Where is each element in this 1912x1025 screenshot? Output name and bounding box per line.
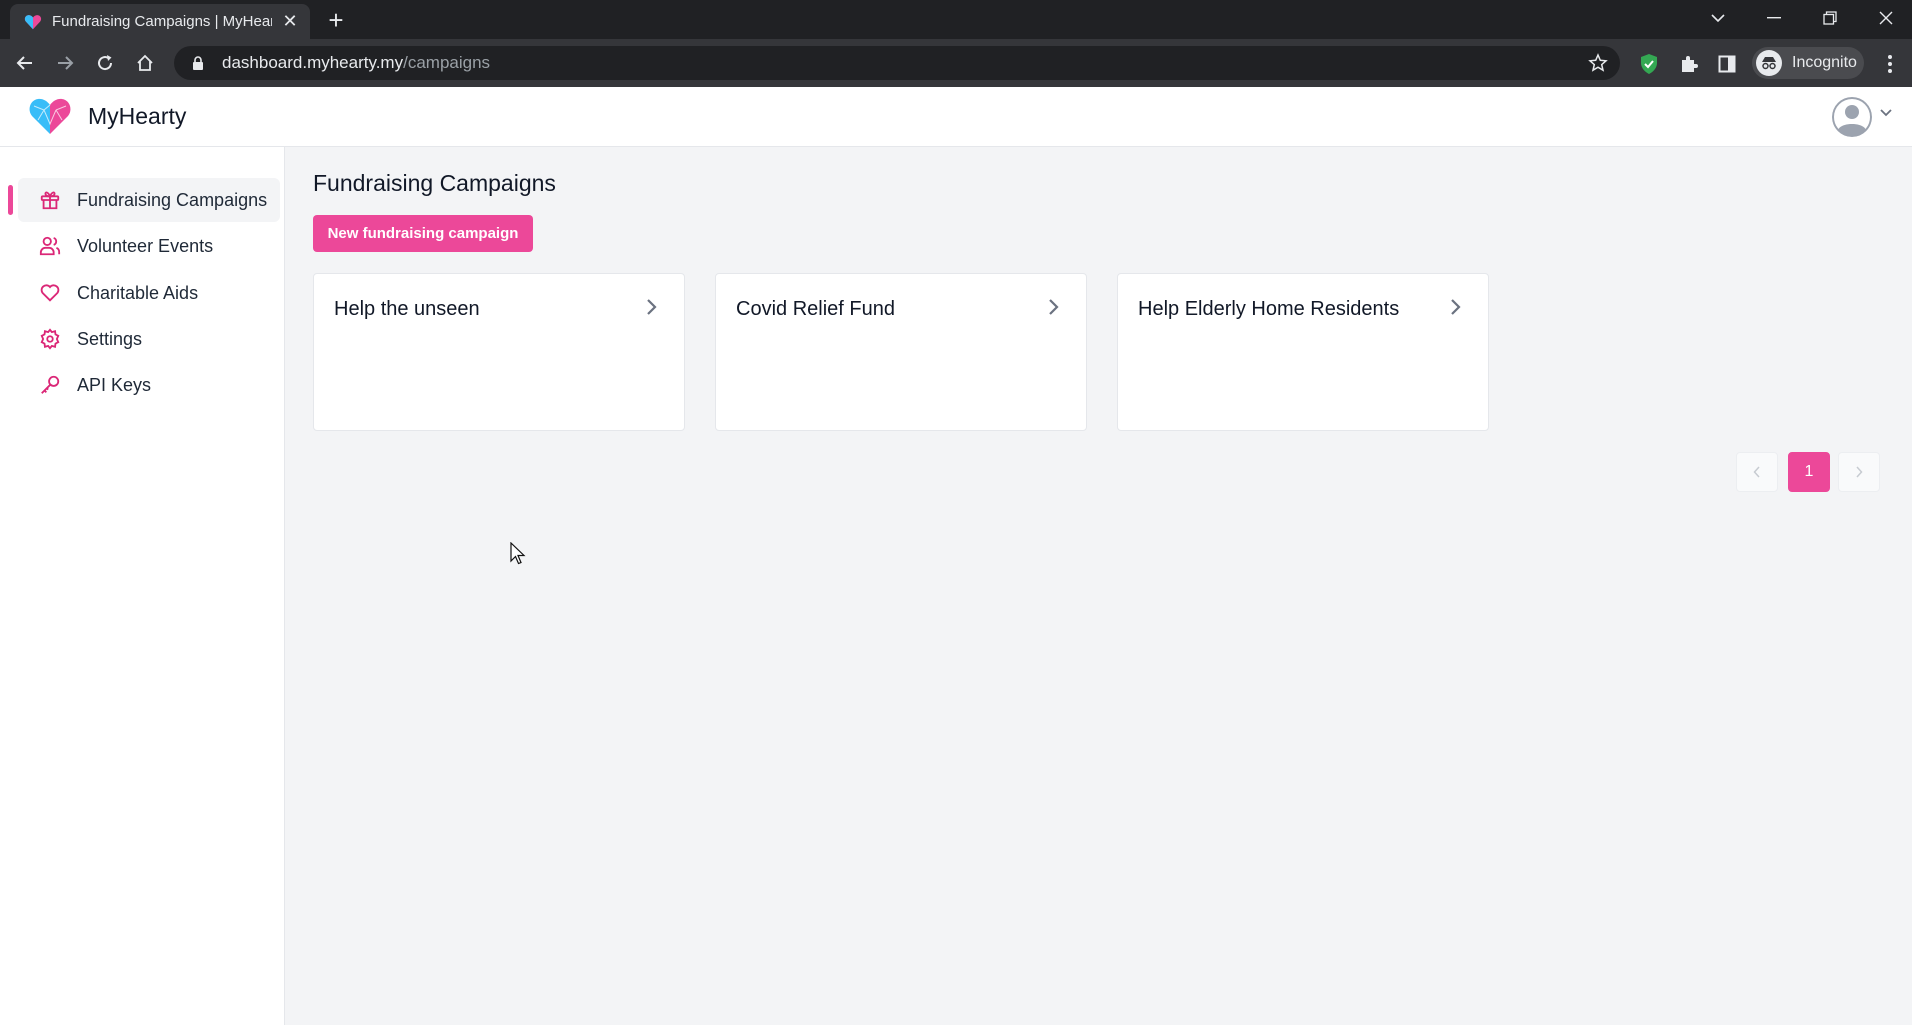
new-campaign-button[interactable]: New fundraising campaign bbox=[313, 215, 533, 252]
shield-extension-icon[interactable] bbox=[1636, 51, 1662, 77]
sidebar-item-label: Charitable Aids bbox=[77, 282, 199, 303]
sidebar-item-fundraising-campaigns[interactable]: Fundraising Campaigns bbox=[18, 178, 280, 222]
heart-icon bbox=[38, 281, 62, 305]
page-title: Fundraising Campaigns bbox=[313, 170, 556, 196]
url-text[interactable]: dashboard.myhearty.my/campaigns bbox=[222, 53, 490, 73]
sidebar-item-api-keys[interactable]: API Keys bbox=[18, 363, 280, 407]
campaign-title: Help the unseen bbox=[334, 298, 480, 320]
chevron-right-icon bbox=[1049, 299, 1059, 315]
users-icon bbox=[38, 234, 62, 258]
reload-button[interactable] bbox=[91, 49, 119, 77]
browser-tab[interactable]: Fundraising Campaigns | MyHear ✕ bbox=[10, 4, 310, 39]
lock-icon[interactable] bbox=[190, 55, 206, 71]
new-tab-button[interactable]: + bbox=[322, 6, 350, 34]
sidebar-item-label: Fundraising Campaigns bbox=[77, 189, 268, 210]
previous-page-button[interactable] bbox=[1736, 452, 1778, 492]
next-page-button[interactable] bbox=[1838, 452, 1880, 492]
brand-name: MyHearty bbox=[88, 102, 187, 129]
campaign-card[interactable]: Help the unseen bbox=[313, 273, 685, 431]
tab-close-icon[interactable]: ✕ bbox=[280, 11, 300, 32]
chevron-right-icon bbox=[647, 299, 657, 315]
browser-menu-icon[interactable] bbox=[1880, 51, 1900, 77]
browser-tab-title: Fundraising Campaigns | MyHear bbox=[52, 13, 272, 30]
key-icon bbox=[38, 373, 62, 397]
address-bar[interactable]: dashboard.myhearty.my/campaigns bbox=[174, 46, 1620, 80]
sidebar-item-label: API Keys bbox=[77, 374, 152, 395]
sidebar-item-settings[interactable]: Settings bbox=[18, 317, 280, 361]
chevron-left-icon bbox=[1753, 466, 1760, 478]
sidebar-item-charitable-aids[interactable]: Charitable Aids bbox=[18, 271, 280, 315]
active-indicator bbox=[8, 185, 13, 215]
incognito-profile-button[interactable]: Incognito bbox=[1752, 47, 1864, 79]
campaign-card[interactable]: Help Elderly Home Residents bbox=[1117, 273, 1489, 431]
mouse-cursor-icon bbox=[510, 542, 526, 565]
brand[interactable]: MyHearty bbox=[28, 96, 186, 136]
bookmark-star-icon[interactable] bbox=[1588, 53, 1608, 73]
page-number-button[interactable]: 1 bbox=[1788, 452, 1830, 492]
gear-icon bbox=[38, 327, 62, 351]
extensions-puzzle-icon[interactable] bbox=[1676, 51, 1702, 77]
side-panel-icon[interactable] bbox=[1714, 51, 1740, 77]
chevron-down-icon[interactable] bbox=[1880, 109, 1892, 117]
gift-icon bbox=[38, 188, 62, 212]
home-button[interactable] bbox=[131, 49, 159, 77]
sidebar: Fundraising Campaigns Volunteer Events C… bbox=[0, 147, 285, 1025]
close-window-button[interactable] bbox=[1858, 0, 1912, 36]
campaign-card[interactable]: Covid Relief Fund bbox=[715, 273, 1087, 431]
forward-button[interactable] bbox=[51, 49, 79, 77]
sidebar-item-label: Settings bbox=[77, 328, 143, 349]
heart-favicon-icon bbox=[24, 14, 42, 29]
myhearty-logo-icon bbox=[29, 98, 71, 134]
app-header: MyHearty bbox=[0, 87, 1912, 147]
back-button[interactable] bbox=[11, 49, 39, 77]
sidebar-item-volunteer-events[interactable]: Volunteer Events bbox=[18, 224, 280, 268]
chevron-right-icon bbox=[1451, 299, 1461, 315]
profile-label: Incognito bbox=[1792, 54, 1857, 71]
chevron-right-icon bbox=[1856, 466, 1863, 478]
campaign-title: Covid Relief Fund bbox=[736, 298, 895, 320]
incognito-icon bbox=[1756, 50, 1782, 76]
sidebar-item-label: Volunteer Events bbox=[77, 235, 214, 256]
restore-button[interactable] bbox=[1802, 0, 1858, 36]
tab-search-icon[interactable] bbox=[1690, 0, 1746, 36]
browser-toolbar: dashboard.myhearty.my/campaigns Incognit… bbox=[0, 39, 1912, 87]
campaign-title: Help Elderly Home Residents bbox=[1138, 298, 1400, 320]
browser-tab-bar: Fundraising Campaigns | MyHear ✕ + bbox=[0, 0, 1912, 39]
minimize-button[interactable] bbox=[1746, 0, 1802, 36]
user-avatar[interactable] bbox=[1832, 97, 1872, 137]
